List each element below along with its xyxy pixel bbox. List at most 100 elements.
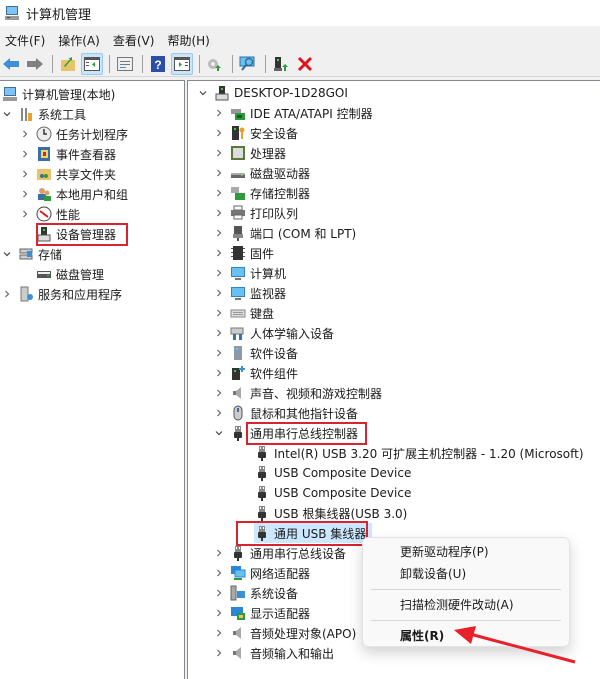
chevron-right-icon[interactable]	[20, 209, 32, 219]
device-category[interactable]: 系统设备	[214, 583, 298, 603]
chevron-right-icon[interactable]	[214, 368, 226, 378]
forward-arrow-icon	[26, 57, 44, 71]
device-category[interactable]: 软件设备	[214, 343, 298, 363]
chevron-right-icon[interactable]	[214, 648, 226, 658]
up-one-level-button[interactable]	[57, 53, 79, 75]
chevron-right-icon[interactable]	[214, 228, 226, 238]
chevron-down-icon[interactable]	[2, 109, 14, 119]
scan-hardware-button[interactable]	[237, 53, 259, 75]
tree-item-label: 通用串行总线设备	[250, 546, 347, 561]
chevron-right-icon[interactable]	[214, 548, 226, 558]
chevron-right-icon[interactable]	[20, 189, 32, 199]
properties-button[interactable]	[114, 53, 136, 75]
device-category[interactable]: 软件组件	[214, 363, 298, 383]
tree-item-label: 系统设备	[250, 586, 299, 601]
device-category[interactable]: 固件	[214, 243, 274, 263]
device-category[interactable]: 存储控制器	[214, 183, 310, 203]
chevron-right-icon[interactable]	[214, 568, 226, 578]
console-tree-item[interactable]: 本地用户和组	[20, 184, 128, 204]
console-tree-item[interactable]: 系统工具	[2, 104, 86, 124]
console-tree-item[interactable]: 事件查看器	[20, 144, 116, 164]
device-category[interactable]: 安全设备	[214, 123, 298, 143]
device-category[interactable]: 鼠标和其他指针设备	[214, 403, 358, 423]
toolbar-separator	[142, 54, 143, 73]
show-hide-action-pane-button[interactable]	[171, 52, 193, 75]
chevron-right-icon[interactable]	[214, 288, 226, 298]
chevron-right-icon[interactable]	[20, 129, 32, 139]
device-category[interactable]: 人体学输入设备	[214, 323, 334, 343]
chevron-right-icon[interactable]	[214, 128, 226, 138]
chevron-right-icon[interactable]	[214, 108, 226, 118]
device-category[interactable]: 音频处理对象(APO)	[214, 623, 356, 643]
device-category[interactable]: 显示适配器	[214, 603, 310, 623]
device-category[interactable]: IDE ATA/ATAPI 控制器	[214, 103, 373, 123]
console-tree-item[interactable]: 共享文件夹	[20, 164, 116, 184]
device-category[interactable]: 端口 (COM 和 LPT)	[214, 223, 356, 243]
device-tree-root[interactable]: DESKTOP-1D28GOI	[198, 83, 348, 103]
chevron-down-icon[interactable]	[2, 249, 14, 259]
chevron-right-icon[interactable]	[214, 628, 226, 638]
chevron-down-icon[interactable]	[214, 428, 226, 438]
device-category[interactable]: 监视器	[214, 283, 286, 303]
console-tree-item[interactable]: 计算机管理(本地)	[0, 84, 115, 104]
enable-device-button[interactable]	[270, 53, 292, 75]
menu-action[interactable]: 操作(A)	[53, 32, 108, 49]
chevron-right-icon[interactable]	[20, 149, 32, 159]
svg-text:?: ?	[154, 58, 161, 72]
back-button[interactable]	[0, 53, 22, 75]
chevron-down-icon[interactable]	[198, 88, 210, 98]
chevron-right-icon[interactable]	[214, 188, 226, 198]
console-tree-item[interactable]: 任务计划程序	[20, 124, 128, 144]
chevron-right-icon[interactable]	[214, 608, 226, 618]
device-item[interactable]: USB Composite Device	[254, 463, 411, 483]
device-item[interactable]: USB Composite Device	[254, 483, 411, 503]
device-category[interactable]: 声音、视频和游戏控制器	[214, 383, 382, 403]
console-tree-item[interactable]: 磁盘管理	[20, 264, 104, 284]
context-menu-label: 属性(R)	[400, 628, 445, 643]
update-driver-button[interactable]	[204, 53, 226, 75]
device-category[interactable]: 网络适配器	[214, 563, 310, 583]
tree-item-label: 存储	[38, 247, 63, 262]
show-hide-console-tree-button[interactable]	[81, 52, 103, 75]
chevron-right-icon[interactable]	[214, 168, 226, 178]
software-component-icon	[230, 365, 246, 381]
device-category[interactable]: 键盘	[214, 303, 274, 323]
chevron-right-icon[interactable]	[214, 308, 226, 318]
device-category[interactable]: 处理器	[214, 143, 286, 163]
chevron-right-icon[interactable]	[214, 148, 226, 158]
menu-file[interactable]: 文件(F)	[0, 32, 53, 49]
device-category[interactable]: 通用串行总线设备	[214, 543, 346, 563]
device-item[interactable]: USB 根集线器(USB 3.0)	[254, 503, 407, 523]
chevron-right-icon[interactable]	[214, 348, 226, 358]
chevron-right-icon[interactable]	[214, 268, 226, 278]
chevron-right-icon[interactable]	[214, 388, 226, 398]
context-menu-uninstall-device[interactable]: 卸载设备(U)	[363, 563, 569, 583]
properties-icon	[117, 56, 133, 71]
context-menu-update-driver[interactable]: 更新驱动程序(P)	[363, 541, 569, 561]
chevron-right-icon[interactable]	[20, 169, 32, 179]
usb-icon	[230, 425, 246, 441]
console-tree-item[interactable]: 服务和应用程序	[2, 284, 122, 304]
uninstall-device-icon	[297, 56, 313, 72]
chevron-right-icon[interactable]	[214, 328, 226, 338]
device-category[interactable]: 磁盘驱动器	[214, 163, 310, 183]
task-scheduler-icon	[36, 126, 52, 142]
device-category[interactable]: 音频输入和输出	[214, 643, 334, 663]
chevron-right-icon[interactable]	[2, 289, 14, 299]
help-button[interactable]: ?	[147, 53, 169, 75]
console-tree-item[interactable]: 性能	[20, 204, 80, 224]
context-menu-scan-hardware[interactable]: 扫描检测硬件改动(A)	[363, 594, 569, 614]
device-item[interactable]: Intel(R) USB 3.20 可扩展主机控制器 - 1.20 (Micro…	[254, 443, 584, 463]
annotation-arrow-head	[454, 626, 476, 644]
menu-view[interactable]: 查看(V)	[108, 32, 163, 49]
device-category[interactable]: 计算机	[214, 263, 286, 283]
menu-help[interactable]: 帮助(H)	[162, 32, 217, 49]
chevron-right-icon[interactable]	[214, 208, 226, 218]
chevron-right-icon[interactable]	[214, 588, 226, 598]
uninstall-device-button[interactable]	[294, 53, 316, 75]
console-tree-item[interactable]: 存储	[2, 244, 62, 264]
device-category[interactable]: 打印队列	[214, 203, 298, 223]
chevron-right-icon[interactable]	[214, 408, 226, 418]
forward-button[interactable]	[24, 53, 46, 75]
chevron-right-icon[interactable]	[214, 248, 226, 258]
